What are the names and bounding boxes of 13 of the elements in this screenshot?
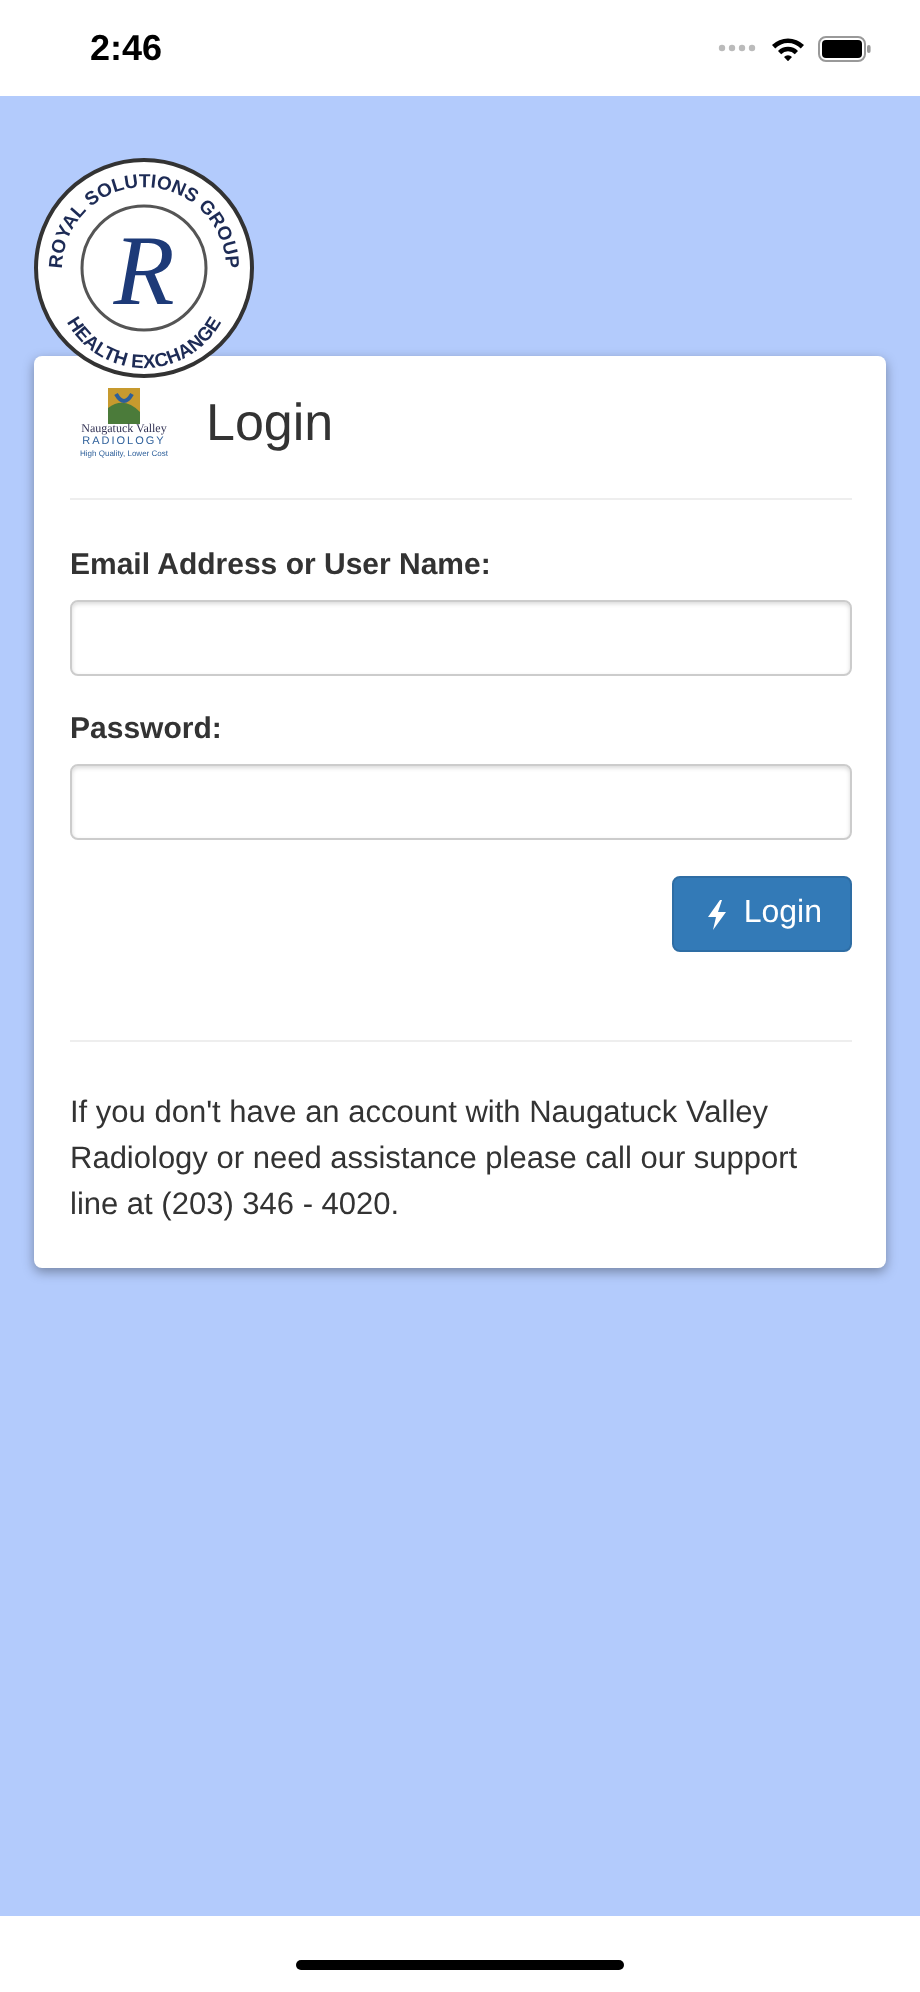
field-label: Password: <box>70 712 224 746</box>
battery-icon <box>818 35 872 61</box>
input-field[interactable] <box>70 600 852 676</box>
wifi-icon <box>770 35 806 61</box>
input-field[interactable] <box>70 764 852 840</box>
login-button[interactable]: Login <box>671 876 852 952</box>
status-time: 2:46 <box>90 27 163 69</box>
nvr-emblem-icon <box>108 388 140 424</box>
signal-icon <box>718 44 758 52</box>
lightning-icon <box>705 899 728 929</box>
field-label: Email Address or User Name: <box>70 548 493 582</box>
support-note: If you don't have an account with Naugatuck Valley Radiology or need assistance please call our support line at (203) 346 - 4020. <box>70 1094 800 1226</box>
login-title: Login <box>206 392 334 454</box>
